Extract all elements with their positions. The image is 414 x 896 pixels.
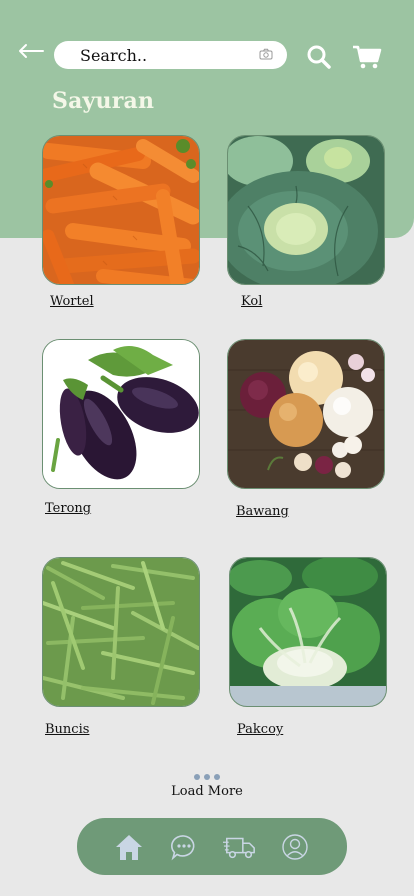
product-card-terong[interactable] [42, 339, 200, 489]
search-input[interactable] [80, 45, 277, 65]
search-button[interactable] [306, 44, 332, 74]
product-card-buncis[interactable] [42, 557, 200, 707]
home-icon [115, 834, 142, 860]
onions-image [228, 340, 384, 488]
bottom-navigation [77, 818, 347, 875]
search-bar[interactable] [54, 41, 287, 69]
product-card-pakcoy[interactable] [229, 557, 387, 707]
cart-button[interactable] [352, 44, 382, 74]
product-label[interactable]: Wortel [50, 294, 94, 309]
green-beans-image [43, 558, 199, 706]
load-more-label: Load More [171, 784, 243, 799]
chat-icon [171, 834, 195, 860]
eggplant-image [43, 340, 199, 488]
product-card-wortel[interactable] [42, 135, 200, 285]
back-button[interactable] [16, 40, 46, 62]
carrots-image [43, 136, 199, 284]
cabbage-image [228, 136, 384, 284]
nav-home[interactable] [112, 830, 146, 864]
product-card-kol[interactable] [227, 135, 385, 285]
page-title: Sayuran [52, 88, 155, 114]
nav-delivery[interactable] [222, 830, 257, 864]
product-card-bawang[interactable] [227, 339, 385, 489]
delivery-truck-icon [222, 837, 255, 858]
product-label[interactable]: Kol [241, 294, 262, 309]
product-label[interactable]: Pakcoy [237, 722, 283, 737]
bok-choy-image [230, 558, 386, 706]
shopping-cart-icon [353, 45, 382, 69]
search-icon [307, 45, 331, 69]
nav-chat[interactable] [167, 830, 201, 864]
nav-profile[interactable] [278, 830, 312, 864]
profile-icon [282, 833, 308, 860]
product-label[interactable]: Bawang [236, 504, 289, 519]
load-more-button[interactable]: Load More [0, 774, 414, 799]
camera-icon[interactable] [259, 48, 273, 60]
product-label[interactable]: Buncis [45, 722, 89, 737]
product-label[interactable]: Terong [45, 501, 91, 516]
arrow-left-icon [19, 44, 44, 58]
more-dots-icon [0, 774, 414, 780]
